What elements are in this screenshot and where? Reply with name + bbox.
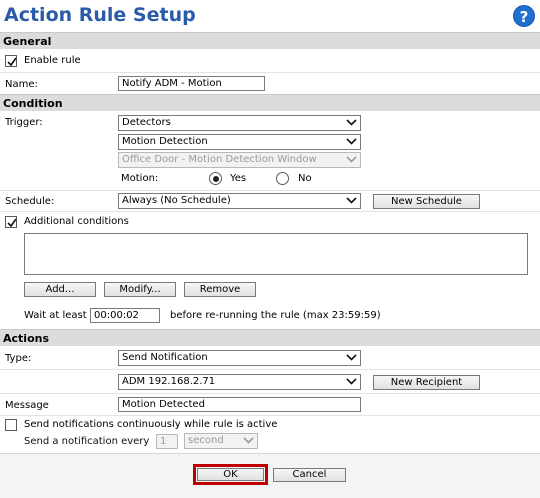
help-icon[interactable]: ? [513,5,535,27]
modify-condition-button[interactable]: Modify... [104,282,176,297]
action-type-value: Send Notification [122,352,208,363]
chevron-down-icon [346,378,357,385]
trigger-select[interactable]: Detectors [118,115,361,131]
detection-window-value: Office Door - Motion Detection Window [122,154,317,165]
additional-conditions-checkbox[interactable] [5,216,17,228]
motion-yes-radio[interactable] [209,172,222,185]
name-input[interactable]: Notify ADM - Motion [118,76,265,91]
trigger-type-select[interactable]: Motion Detection [118,134,361,150]
footer-bar [0,453,540,498]
cancel-button[interactable]: Cancel [273,468,346,482]
chevron-down-icon [346,138,357,145]
divider [0,415,540,416]
section-actions: Actions [0,329,540,346]
remove-condition-button[interactable]: Remove [184,282,256,297]
enable-rule-label: Enable rule [24,55,81,66]
continuous-notifications-checkbox[interactable] [5,419,17,431]
continuous-notifications-label: Send notifications continuously while ru… [24,419,278,430]
divider [0,190,540,191]
message-input[interactable]: Motion Detected [118,397,361,412]
motion-no-label: No [298,173,312,184]
section-condition: Condition [0,94,540,111]
detection-window-select: Office Door - Motion Detection Window [118,152,361,168]
schedule-label: Schedule: [5,196,55,207]
chevron-down-icon [243,437,254,444]
chevron-down-icon [346,156,357,163]
every-value-input: 1 [156,434,178,449]
every-unit-select: second [184,433,258,449]
divider [0,369,540,370]
message-label: Message [5,400,49,411]
type-label: Type: [5,353,32,364]
divider [0,393,540,394]
radio-selected-dot [212,175,219,182]
action-type-select[interactable]: Send Notification [118,350,361,366]
motion-no-radio[interactable] [276,172,289,185]
motion-label: Motion: [121,173,159,184]
checkmark-icon [7,57,17,67]
wait-input[interactable]: 00:00:02 [90,308,160,323]
divider [0,211,540,212]
chevron-down-icon [346,197,357,204]
wait-label: Wait at least [24,310,87,321]
trigger-type-value: Motion Detection [122,136,208,147]
ok-button[interactable]: OK [197,468,264,481]
every-label: Send a notification every [24,436,150,447]
chevron-down-icon [346,354,357,361]
additional-conditions-list[interactable] [24,233,528,275]
add-condition-button[interactable]: Add... [24,282,96,297]
trigger-select-value: Detectors [122,117,171,128]
enable-rule-checkbox[interactable] [5,55,17,67]
name-label: Name: [5,79,38,90]
divider [0,72,540,73]
recipient-value: ADM 192.168.2.71 [122,376,216,387]
schedule-select[interactable]: Always (No Schedule) [118,193,361,209]
motion-yes-label: Yes [230,173,247,184]
section-general: General [0,32,540,49]
schedule-select-value: Always (No Schedule) [122,195,231,206]
trigger-label: Trigger: [5,117,43,128]
wait-suffix: before re-running the rule (max 23:59:59… [170,310,381,321]
additional-conditions-label: Additional conditions [24,216,129,227]
new-schedule-button[interactable]: New Schedule [373,194,480,209]
page-title: Action Rule Setup [4,4,196,26]
new-recipient-button[interactable]: New Recipient [373,375,480,390]
recipient-select[interactable]: ADM 192.168.2.71 [118,374,361,390]
every-unit-value: second [188,435,224,446]
chevron-down-icon [346,119,357,126]
checkmark-icon [7,218,17,228]
